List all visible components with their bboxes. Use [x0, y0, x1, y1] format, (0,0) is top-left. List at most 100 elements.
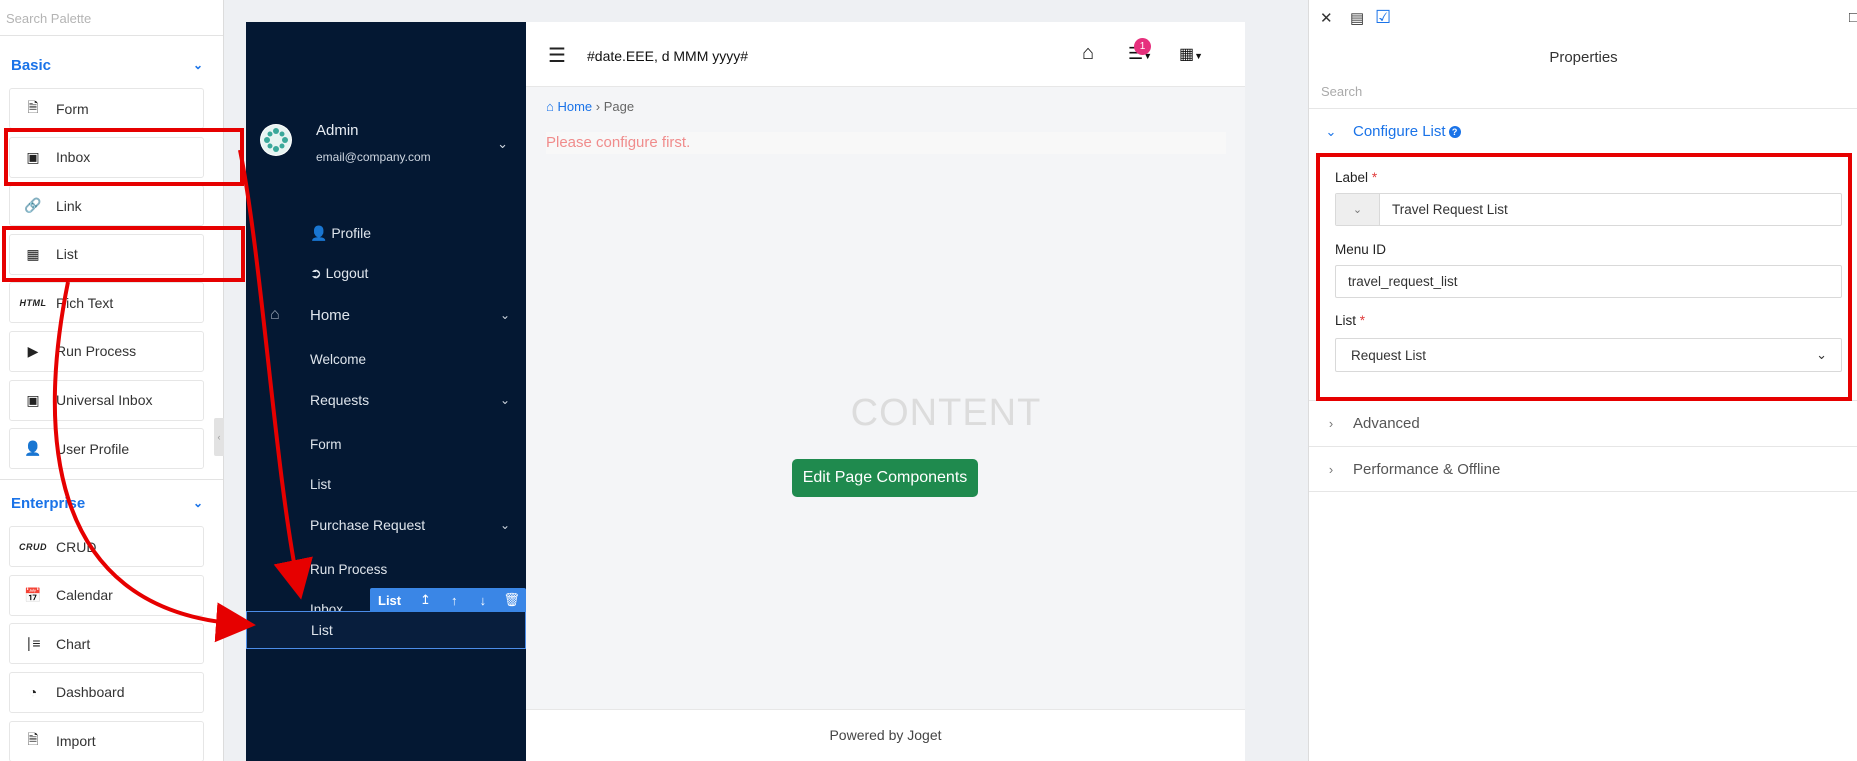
sidebar-item-text: Profile — [331, 224, 372, 241]
sidebar-item-label: 👤 Profile — [310, 225, 371, 242]
select-parent-icon[interactable]: ↥ — [411, 592, 440, 608]
palette-item-rich-text[interactable]: HTML Rich Text — [9, 282, 204, 324]
palette-item-dashboard[interactable]: ◔ Dashboard — [9, 671, 204, 713]
required-marker: * — [1371, 170, 1378, 185]
chevron-right-icon: › — [1328, 416, 1334, 431]
properties-panel: ✕ ▤ ☑ □ Properties Search ⌄ Configure Li… — [1308, 0, 1857, 761]
move-down-icon[interactable]: ↓ — [469, 593, 498, 608]
palette-item-import[interactable]: 🗎 Import — [9, 720, 204, 761]
component-palette: Search Palette Basic ⌄ 🗎 Form ▣ Inbox 🔗 … — [0, 0, 224, 761]
breadcrumb-home[interactable]: ⌂ Home — [546, 99, 592, 114]
table-menu-icon[interactable]: ▦▼ — [1179, 44, 1203, 64]
delete-icon[interactable]: 🗑 — [497, 592, 526, 608]
home-icon: ⌂ — [546, 99, 554, 114]
breadcrumb-home-label: Home — [557, 99, 593, 114]
sidebar-item-run-process[interactable]: Run Process — [246, 550, 526, 588]
palette-item-label: Dashboard — [56, 684, 125, 701]
section-configure-list[interactable]: ⌄ Configure List ? — [1309, 108, 1857, 154]
breadcrumb-separator-icon: › — [595, 99, 604, 114]
palette-item-crud[interactable]: CRUD CRUD — [9, 526, 204, 568]
section-title: Performance & Offline — [1353, 460, 1501, 478]
html-icon: HTML — [19, 297, 47, 308]
palette-item-universal-inbox[interactable]: ▣ Universal Inbox — [9, 379, 204, 421]
section-advanced[interactable]: › Advanced — [1309, 400, 1857, 446]
sidebar-item-label: List — [311, 622, 333, 638]
palette-item-label: Form — [56, 100, 89, 117]
sidebar-item-list[interactable]: List — [246, 465, 526, 503]
help-icon[interactable]: ? — [1448, 125, 1461, 138]
sidebar-item-label: Form — [310, 436, 342, 452]
field-label-list: List * — [1335, 313, 1365, 328]
properties-search-input[interactable]: Search — [1321, 84, 1841, 99]
user-icon: 👤 — [310, 224, 328, 241]
palette-item-label: Chart — [56, 635, 91, 652]
chevron-down-icon: ⌄ — [1816, 347, 1827, 362]
hamburger-icon[interactable]: ☰ — [548, 43, 566, 68]
palette-item-label: CRUD — [56, 538, 97, 555]
palette-item-list[interactable]: ▦ List — [9, 233, 204, 275]
sidebar-item-text: Logout — [325, 264, 369, 281]
sidebar-item-requests[interactable]: Requests ⌄ — [246, 381, 526, 419]
label-icon-dropdown[interactable]: ⌄ — [1336, 194, 1380, 225]
component-toolbar-name: List — [378, 592, 402, 608]
palette-item-label: Calendar — [56, 587, 113, 604]
palette-collapse-handle[interactable]: ‹ — [214, 418, 224, 456]
sidebar-item-profile[interactable]: 👤 Profile — [246, 214, 526, 252]
sidebar-item-logout[interactable]: ➲ Logout — [246, 254, 526, 292]
inbox-icon: ▣ — [26, 148, 40, 165]
palette-item-label: Import — [56, 733, 96, 750]
window-icon[interactable]: ▤ — [1350, 9, 1364, 27]
palette-group-basic[interactable]: Basic ⌄ — [0, 42, 223, 88]
close-icon[interactable]: ✕ — [1320, 9, 1333, 27]
chevron-down-icon: ⌄ — [497, 136, 508, 151]
palette-item-link[interactable]: 🔗 Link — [9, 185, 204, 227]
sidebar-item-label: List — [310, 476, 332, 492]
palette-item-form[interactable]: 🗎 Form — [9, 88, 204, 129]
palette-item-user-profile[interactable]: 👤 User Profile — [9, 428, 204, 470]
sidebar-item-label: Purchase Request — [310, 517, 426, 533]
list-select[interactable]: Request List ⌄ — [1335, 338, 1842, 372]
component-toolbar: List ↥ ↑ ↓ 🗑 — [370, 588, 526, 612]
move-up-icon[interactable]: ↑ — [440, 593, 469, 608]
checkbox-icon[interactable]: ☑ — [1375, 7, 1391, 28]
inbox-icon: ▣ — [26, 391, 40, 408]
app-sidebar: Admin email@company.com ⌄ 👤 Profile ➲ Lo… — [246, 22, 526, 761]
palette-item-inbox[interactable]: ▣ Inbox — [9, 136, 204, 178]
palette-item-label: Universal Inbox — [56, 392, 153, 409]
field-label-menu-id: Menu ID — [1335, 242, 1386, 257]
palette-search-input[interactable]: Search Palette — [0, 0, 223, 36]
menu-id-field[interactable]: travel_request_list — [1335, 265, 1842, 298]
section-title: Advanced — [1353, 415, 1420, 432]
palette-item-label: Rich Text — [56, 294, 114, 311]
calendar-icon: 📅 — [24, 586, 42, 603]
home-icon[interactable]: ⌂ — [1082, 42, 1094, 65]
sidebar-item-welcome[interactable]: Welcome — [246, 340, 526, 378]
breadcrumb: ⌂ Home › Page — [546, 99, 634, 114]
field-label-text: List — [1335, 313, 1357, 328]
field-label-text: Label — [1335, 170, 1369, 185]
page-footer: Powered by Joget — [526, 709, 1245, 761]
section-performance-offline[interactable]: › Performance & Offline — [1309, 446, 1857, 492]
palette-item-chart[interactable]: ∣≡ Chart — [9, 623, 204, 665]
sidebar-item-purchase-request[interactable]: Purchase Request ⌄ — [246, 506, 526, 544]
label-field-value: Travel Request List — [1392, 202, 1508, 217]
form-icon: 🗎 — [27, 98, 39, 115]
label-field[interactable]: ⌄ Travel Request List — [1335, 193, 1842, 226]
palette-group-title: Basic — [11, 56, 52, 74]
sidebar-item-home[interactable]: ⌂ Home ⌄ — [246, 296, 526, 334]
palette-item-label: Inbox — [56, 149, 91, 166]
user-menu[interactable]: Admin email@company.com ⌄ — [260, 122, 526, 202]
expand-icon[interactable]: □ — [1849, 9, 1857, 26]
sidebar-item-form[interactable]: Form — [246, 425, 526, 463]
palette-item-run-process[interactable]: ▶ Run Process — [9, 330, 204, 372]
palette-group-enterprise[interactable]: Enterprise ⌄ — [0, 480, 223, 526]
palette-group-title: Enterprise — [11, 494, 86, 512]
edit-page-components-button[interactable]: Edit Page Components — [792, 459, 978, 497]
palette-item-label: List — [56, 246, 78, 263]
chart-icon: ∣≡ — [25, 635, 41, 652]
field-label-label: Label * — [1335, 170, 1377, 185]
sidebar-item-label: Run Process — [310, 561, 388, 577]
palette-item-calendar[interactable]: 📅 Calendar — [9, 574, 204, 616]
sidebar-item-list-selected[interactable]: List — [246, 611, 526, 649]
breadcrumb-current: Page — [603, 99, 635, 114]
